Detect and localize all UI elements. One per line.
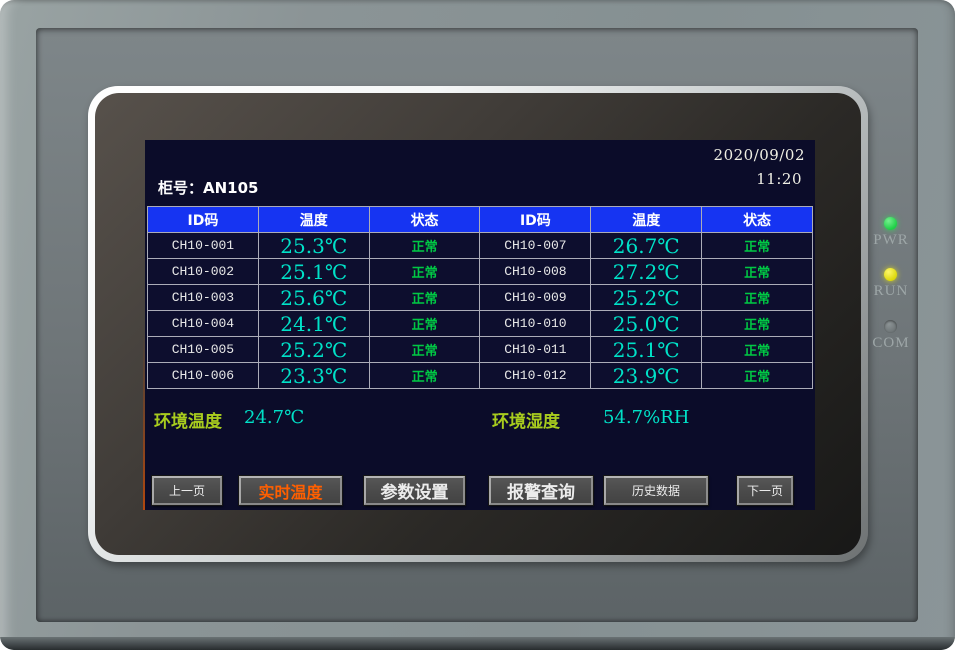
col-header-temp: 温度 bbox=[591, 207, 702, 233]
screen-frame: 2020/09/02 11:20 柜号：AN105 ID码 温度 状态 ID码 … bbox=[88, 86, 868, 562]
col-header-status: 状态 bbox=[702, 207, 813, 233]
power-led-icon bbox=[884, 217, 897, 230]
channel-temp: 23.9℃ bbox=[591, 363, 702, 389]
run-led-label: RUN bbox=[862, 283, 920, 300]
parameter-settings-button[interactable]: 参数设置 bbox=[364, 476, 465, 505]
channel-id: CH10-001 bbox=[148, 233, 259, 259]
channel-temp: 25.1℃ bbox=[258, 259, 369, 285]
channel-status: 正常 bbox=[369, 311, 480, 337]
time-display: 11:20 bbox=[756, 170, 802, 188]
table-row: CH10-004 24.1℃ 正常 CH10-010 25.0℃ 正常 bbox=[148, 311, 813, 337]
table-row: CH10-002 25.1℃ 正常 CH10-008 27.2℃ 正常 bbox=[148, 259, 813, 285]
channel-id: CH10-010 bbox=[480, 311, 591, 337]
lcd-screen: 2020/09/02 11:20 柜号：AN105 ID码 温度 状态 ID码 … bbox=[145, 140, 815, 510]
channel-status: 正常 bbox=[702, 363, 813, 389]
channel-status: 正常 bbox=[369, 233, 480, 259]
channel-id: CH10-009 bbox=[480, 285, 591, 311]
channel-temp: 23.3℃ bbox=[258, 363, 369, 389]
ambient-temp-label: 环境温度 bbox=[154, 407, 222, 432]
screen-bezel: 2020/09/02 11:20 柜号：AN105 ID码 温度 状态 ID码 … bbox=[95, 93, 861, 555]
channel-id: CH10-007 bbox=[480, 233, 591, 259]
channel-status: 正常 bbox=[702, 337, 813, 363]
date-display: 2020/09/02 bbox=[714, 146, 805, 164]
channel-id: CH10-002 bbox=[148, 259, 259, 285]
channel-temp: 26.7℃ bbox=[591, 233, 702, 259]
channel-temp: 24.1℃ bbox=[258, 311, 369, 337]
prev-page-button[interactable]: 上一页 bbox=[152, 476, 222, 505]
channel-status: 正常 bbox=[369, 337, 480, 363]
col-header-status: 状态 bbox=[369, 207, 480, 233]
col-header-id: ID码 bbox=[148, 207, 259, 233]
table-header-row: ID码 温度 状态 ID码 温度 状态 bbox=[148, 207, 813, 233]
case-bottom-edge bbox=[0, 637, 955, 650]
cabinet-label: 柜号：AN105 bbox=[158, 177, 258, 198]
channel-status: 正常 bbox=[369, 285, 480, 311]
channel-id: CH10-003 bbox=[148, 285, 259, 311]
next-page-button[interactable]: 下一页 bbox=[737, 476, 793, 505]
table-row: CH10-001 25.3℃ 正常 CH10-007 26.7℃ 正常 bbox=[148, 233, 813, 259]
backlight-glow bbox=[143, 332, 145, 510]
channel-status: 正常 bbox=[702, 311, 813, 337]
channel-id: CH10-008 bbox=[480, 259, 591, 285]
run-led-icon bbox=[884, 268, 897, 281]
com-led-label: COM bbox=[862, 335, 920, 352]
channel-status: 正常 bbox=[702, 285, 813, 311]
history-data-button[interactable]: 历史数据 bbox=[604, 476, 708, 505]
channel-temp: 25.3℃ bbox=[258, 233, 369, 259]
channel-temp: 25.0℃ bbox=[591, 311, 702, 337]
channel-temp: 27.2℃ bbox=[591, 259, 702, 285]
alarm-query-button[interactable]: 报警查询 bbox=[489, 476, 593, 505]
hmi-device: 2020/09/02 11:20 柜号：AN105 ID码 温度 状态 ID码 … bbox=[0, 0, 955, 650]
channel-id: CH10-012 bbox=[480, 363, 591, 389]
channel-temp: 25.1℃ bbox=[591, 337, 702, 363]
ambient-humidity-value: 54.7%RH bbox=[603, 407, 689, 428]
channel-temp: 25.2℃ bbox=[591, 285, 702, 311]
channel-id: CH10-005 bbox=[148, 337, 259, 363]
channel-status: 正常 bbox=[369, 363, 480, 389]
table-row: CH10-005 25.2℃ 正常 CH10-011 25.1℃ 正常 bbox=[148, 337, 813, 363]
channel-temp: 25.6℃ bbox=[258, 285, 369, 311]
channel-id: CH10-004 bbox=[148, 311, 259, 337]
channel-id: CH10-011 bbox=[480, 337, 591, 363]
temperature-table: ID码 温度 状态 ID码 温度 状态 CH10-001 25.3℃ 正常 bbox=[147, 206, 813, 389]
channel-id: CH10-006 bbox=[148, 363, 259, 389]
com-led-icon bbox=[884, 320, 897, 333]
col-header-id: ID码 bbox=[480, 207, 591, 233]
channel-status: 正常 bbox=[702, 233, 813, 259]
col-header-temp: 温度 bbox=[258, 207, 369, 233]
channel-status: 正常 bbox=[702, 259, 813, 285]
channel-status: 正常 bbox=[369, 259, 480, 285]
realtime-temp-button[interactable]: 实时温度 bbox=[239, 476, 342, 505]
table-row: CH10-003 25.6℃ 正常 CH10-009 25.2℃ 正常 bbox=[148, 285, 813, 311]
channel-temp: 25.2℃ bbox=[258, 337, 369, 363]
ambient-temp-value: 24.7℃ bbox=[244, 407, 304, 428]
ambient-humidity-label: 环境湿度 bbox=[492, 407, 560, 432]
table-row: CH10-006 23.3℃ 正常 CH10-012 23.9℃ 正常 bbox=[148, 363, 813, 389]
power-led-label: PWR bbox=[862, 232, 920, 249]
